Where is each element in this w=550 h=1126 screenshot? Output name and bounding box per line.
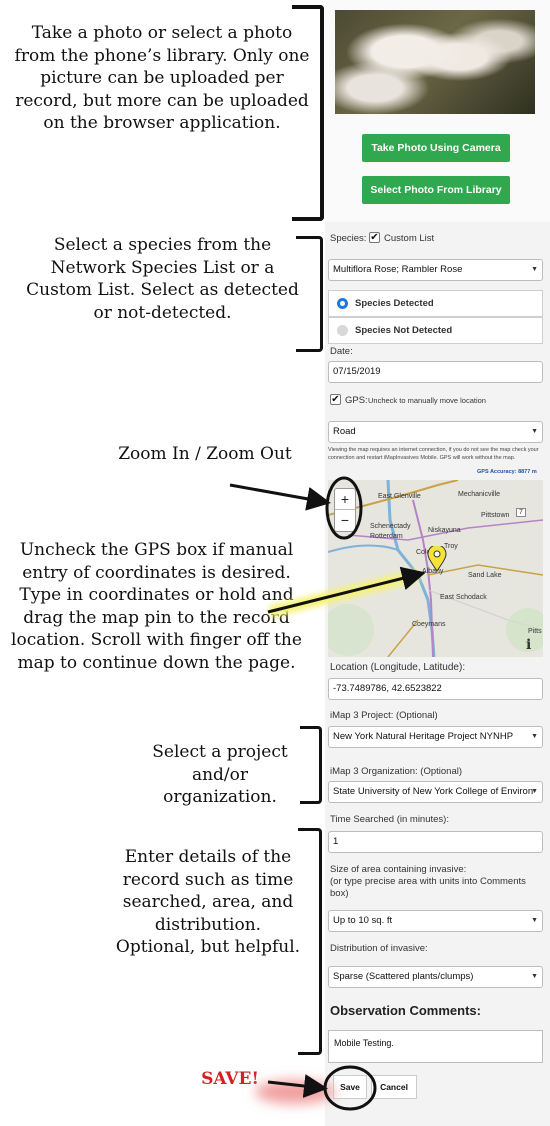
dropdown-caret-icon: ▼ [531,788,538,795]
map-pin-icon[interactable] [427,546,447,572]
radio-selected-icon [337,298,348,309]
map-route-7-shield: 7 [516,508,526,517]
save-arrow [267,1074,328,1098]
date-label: Date: [330,346,353,357]
take-photo-button[interactable]: Take Photo Using Camera [362,134,510,162]
distribution-select[interactable]: Sparse (Scattered plants/clumps) ▼ [328,966,543,988]
bracket-species [296,236,323,352]
gps-hint: Uncheck to manually move location [368,396,486,405]
map-label-mechanicville: Mechanicville [458,491,501,498]
map-type-value: Road [333,426,356,437]
map-label-east-glenville: East Glenville [378,493,421,500]
save-button[interactable]: Save [333,1075,367,1099]
map-connection-note: Viewing the map requires an internet con… [328,447,539,461]
organization-label: iMap 3 Organization: (Optional) [330,766,463,777]
checkmark-icon: ✔ [331,394,340,405]
map-type-select[interactable]: Road ▼ [328,421,543,443]
project-select-value: New York Natural Heritage Project NYNHP [333,731,514,742]
area-sub-label: (or type precise area with units into Co… [330,876,526,899]
gps-accuracy: GPS Accuracy: 8877 m [477,469,537,475]
annotation-details: Enter details of the record such as time… [115,847,301,957]
species-not-detected-label: Species Not Detected [355,325,453,336]
select-photo-button[interactable]: Select Photo From Library [362,176,510,204]
zoom-control: + − [334,488,356,532]
dropdown-caret-icon: ▼ [531,266,538,273]
checkmark-icon: ✔ [370,232,379,243]
species-not-detected-option[interactable]: Species Not Detected [328,317,543,344]
bracket-project [300,726,322,804]
map-info-icon[interactable]: i [526,637,531,653]
bracket-photo [292,5,324,221]
gps-checkbox[interactable]: ✔ [330,394,341,405]
bracket-details [298,828,322,1055]
annotation-save: SAVE! [201,1069,259,1089]
distribution-select-value: Sparse (Scattered plants/clumps) [333,971,474,982]
cancel-button[interactable]: Cancel [371,1075,417,1099]
map-label-east-schodack: East Schodack [440,594,487,601]
species-label: Species: [330,233,367,244]
species-select[interactable]: Multiflora Rose; Rambler Rose ▼ [328,259,543,281]
custom-list-label: Custom List [384,233,435,244]
map-label-schenectady: Schenectady [370,523,411,530]
gps-label: GPS: [345,395,368,406]
area-label: Size of area containing invasive: [330,864,467,875]
project-label: iMap 3 Project: (Optional) [330,710,438,721]
species-detected-label: Species Detected [355,298,434,309]
comments-textarea[interactable]: Mobile Testing. [328,1030,543,1063]
annotation-zoom: Zoom In / Zoom Out [118,444,292,464]
project-select[interactable]: New York Natural Heritage Project NYNHP ▼ [328,726,543,748]
species-photo [335,10,535,114]
area-select-value: Up to 10 sq. ft [333,915,393,926]
custom-list-checkbox[interactable]: ✔ [369,232,380,243]
species-select-value: Multiflora Rose; Rambler Rose [333,264,463,275]
zoom-out-button[interactable]: − [335,510,355,531]
dropdown-caret-icon: ▼ [531,973,538,980]
species-detected-option[interactable]: Species Detected [328,290,543,317]
annotation-gps: Uncheck the GPS box if manual entry of c… [11,540,302,673]
zoom-in-button[interactable]: + [335,489,355,510]
map-label-niskayuna: Niskayuna [428,527,461,534]
map-label-pitts: Pitts [528,628,542,635]
distribution-label: Distribution of invasive: [330,943,428,954]
organization-select[interactable]: State University of New York College of … [328,781,543,803]
map-label-pittstown: Pittstown [481,512,510,519]
area-select[interactable]: Up to 10 sq. ft ▼ [328,910,543,932]
map-label-sand-lake: Sand Lake [468,572,502,579]
time-searched-label: Time Searched (in minutes): [330,814,449,825]
radio-unselected-icon [337,325,348,336]
location-map[interactable]: + − East Glenville Mechanicville Pittsto… [328,480,543,657]
date-field[interactable]: 07/15/2019 [328,361,543,383]
comments-title: Observation Comments: [330,1003,481,1018]
location-label: Location (Longitude, Latitude): [330,662,466,673]
annotation-species: Select a species from the Network Specie… [26,235,299,323]
dropdown-caret-icon: ▼ [531,428,538,435]
time-searched-field[interactable]: 1 [328,831,543,853]
dropdown-caret-icon: ▼ [531,917,538,924]
organization-select-value: State University of New York College of … [333,786,534,797]
location-field[interactable]: -73.7489786, 42.6523822 [328,678,543,700]
map-label-coeymans: Coeymans [412,621,446,628]
annotation-photo: Take a photo or select a photo from the … [14,23,310,133]
annotation-project: Select a project and/or organization. [152,742,288,807]
dropdown-caret-icon: ▼ [531,733,538,740]
map-label-rotterdam: Rotterdam [370,533,403,540]
zoom-arrow [229,483,331,511]
